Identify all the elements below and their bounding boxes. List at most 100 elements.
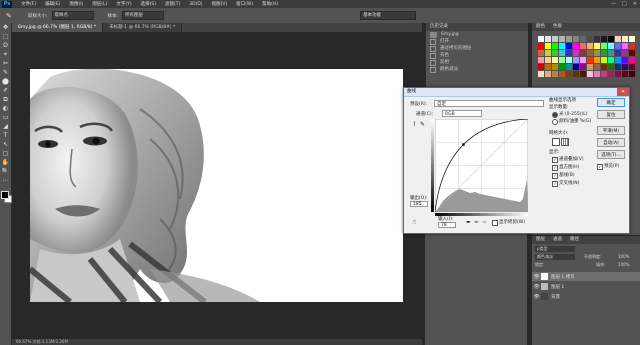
color-swatch[interactable]: [538, 43, 544, 49]
color-swatch[interactable]: [608, 43, 614, 49]
type-tool-icon[interactable]: T: [0, 131, 11, 140]
eyedropper-tool-icon[interactable]: ✎: [0, 68, 11, 77]
color-swatch[interactable]: [587, 43, 593, 49]
gray-eyedropper-icon[interactable]: ✒: [474, 219, 479, 226]
smooth-button[interactable]: 平滑(M): [597, 126, 625, 135]
color-swatch[interactable]: [622, 71, 628, 77]
opacity-value[interactable]: 100%: [618, 254, 629, 259]
history-brush-icon[interactable]: ◐: [0, 104, 11, 113]
layer-filter-select[interactable]: ρ类型: [535, 246, 575, 252]
color-swatch[interactable]: [601, 57, 607, 63]
eraser-tool-icon[interactable]: ▭: [0, 113, 11, 122]
black-eyedropper-icon[interactable]: ✒: [466, 219, 471, 226]
menu-item[interactable]: 文字(Y): [116, 1, 131, 7]
color-swatch[interactable]: [629, 57, 635, 63]
color-swatch[interactable]: [615, 57, 621, 63]
preview-checkbox[interactable]: ✓: [597, 164, 603, 170]
color-swatch[interactable]: [538, 36, 544, 42]
more-tools-icon[interactable]: ⋯: [0, 176, 11, 185]
color-swatch[interactable]: [566, 64, 572, 70]
color-swatch[interactable]: [573, 36, 579, 42]
color-swatch[interactable]: [545, 64, 551, 70]
color-swatch[interactable]: [608, 50, 614, 56]
zoom-tool-icon[interactable]: 🔍: [0, 167, 11, 176]
color-swatch[interactable]: [573, 43, 579, 49]
fill-value[interactable]: 100%: [618, 262, 629, 267]
layer-row[interactable]: 👁 背景: [532, 292, 640, 301]
history-item[interactable]: 去色: [430, 52, 528, 59]
menu-item[interactable]: 编辑(E): [45, 1, 60, 7]
menu-item[interactable]: 文件(F): [21, 1, 36, 7]
document-canvas[interactable]: [30, 69, 403, 302]
color-swatch[interactable]: [538, 71, 544, 77]
color-swatch[interactable]: [545, 71, 551, 77]
lasso-tool-icon[interactable]: ʘ: [0, 41, 11, 50]
color-swatch[interactable]: [552, 64, 558, 70]
grid-detailed-icon[interactable]: [561, 138, 569, 146]
color-swatch[interactable]: [601, 64, 607, 70]
foreground-color-swatch[interactable]: [1, 191, 9, 199]
workspace-select[interactable]: 基本功能: [360, 11, 417, 20]
color-swatch[interactable]: [559, 57, 565, 63]
color-swatch[interactable]: [629, 50, 635, 56]
color-swatch[interactable]: [552, 57, 558, 63]
color-swatch[interactable]: [587, 36, 593, 42]
color-swatch[interactable]: [545, 43, 551, 49]
healing-tool-icon[interactable]: ⬤: [0, 77, 11, 86]
color-swatch[interactable]: [566, 36, 572, 42]
visibility-eye-icon[interactable]: 👁: [532, 284, 541, 290]
color-swatch[interactable]: [580, 71, 586, 77]
color-swatch[interactable]: [615, 43, 621, 49]
color-swatch[interactable]: [573, 57, 579, 63]
input-field[interactable]: 78: [438, 222, 456, 228]
grid-simple-icon[interactable]: [552, 138, 560, 146]
brush-tool-icon[interactable]: ✐: [0, 86, 11, 95]
history-item[interactable]: 颜色减淡: [430, 66, 528, 73]
color-swatch[interactable]: [552, 71, 558, 77]
show-clipping-checkbox[interactable]: [492, 220, 498, 226]
visibility-eye-icon[interactable]: 👁: [532, 294, 541, 300]
document-tab-active[interactable]: 6my.jpg @ 66.7% (图层 1, RGB/8) *: [12, 23, 104, 32]
color-swatch[interactable]: [573, 50, 579, 56]
menu-item[interactable]: 滤镜(T): [165, 1, 180, 7]
color-swatch[interactable]: [559, 50, 565, 56]
color-swatch[interactable]: [615, 36, 621, 42]
color-swatch[interactable]: [566, 57, 572, 63]
marquee-tool-icon[interactable]: ⬚: [0, 32, 11, 41]
color-swatch[interactable]: [552, 43, 558, 49]
menu-item[interactable]: 选择(S): [141, 1, 156, 7]
eyedropper-icon[interactable]: ✎: [6, 12, 14, 20]
color-swatch[interactable]: [594, 71, 600, 77]
menu-item[interactable]: 窗口(W): [236, 1, 253, 7]
tab-color[interactable]: 颜色: [536, 23, 545, 31]
menu-item[interactable]: 图像(I): [69, 1, 83, 7]
color-swatch[interactable]: [615, 50, 621, 56]
color-swatch[interactable]: [622, 57, 628, 63]
pigment-radio[interactable]: [552, 119, 558, 125]
history-item[interactable]: 打开: [430, 38, 528, 45]
color-swatch[interactable]: [594, 43, 600, 49]
tab-paths[interactable]: 路径: [570, 236, 579, 244]
menu-item[interactable]: 视图(V): [212, 1, 228, 7]
color-swatch[interactable]: [566, 43, 572, 49]
color-swatch[interactable]: [580, 36, 586, 42]
pencil-icon[interactable]: ✎: [420, 121, 425, 128]
color-swatch[interactable]: [566, 71, 572, 77]
blend-mode-select[interactable]: 颜色减淡: [535, 254, 575, 260]
color-swatch[interactable]: [587, 64, 593, 70]
color-swatch[interactable]: [587, 71, 593, 77]
color-swatch[interactable]: [538, 64, 544, 70]
curve-point-tool-icon[interactable]: ⌇: [413, 121, 416, 128]
options-button[interactable]: 选项(T)...: [597, 150, 625, 159]
color-swatch[interactable]: [594, 36, 600, 42]
color-swatch[interactable]: [601, 43, 607, 49]
color-swatch[interactable]: [580, 64, 586, 70]
color-swatch[interactable]: [559, 71, 565, 77]
stamp-tool-icon[interactable]: ⧉: [0, 95, 11, 104]
gradient-tool-icon[interactable]: ◢: [0, 122, 11, 131]
shape-tool-icon[interactable]: ▢: [0, 149, 11, 158]
history-item[interactable]: 通过拷贝的图层: [430, 45, 528, 52]
menu-item[interactable]: 图层(L): [92, 1, 107, 7]
move-tool-icon[interactable]: ✥: [0, 23, 11, 32]
color-swatch[interactable]: [538, 50, 544, 56]
